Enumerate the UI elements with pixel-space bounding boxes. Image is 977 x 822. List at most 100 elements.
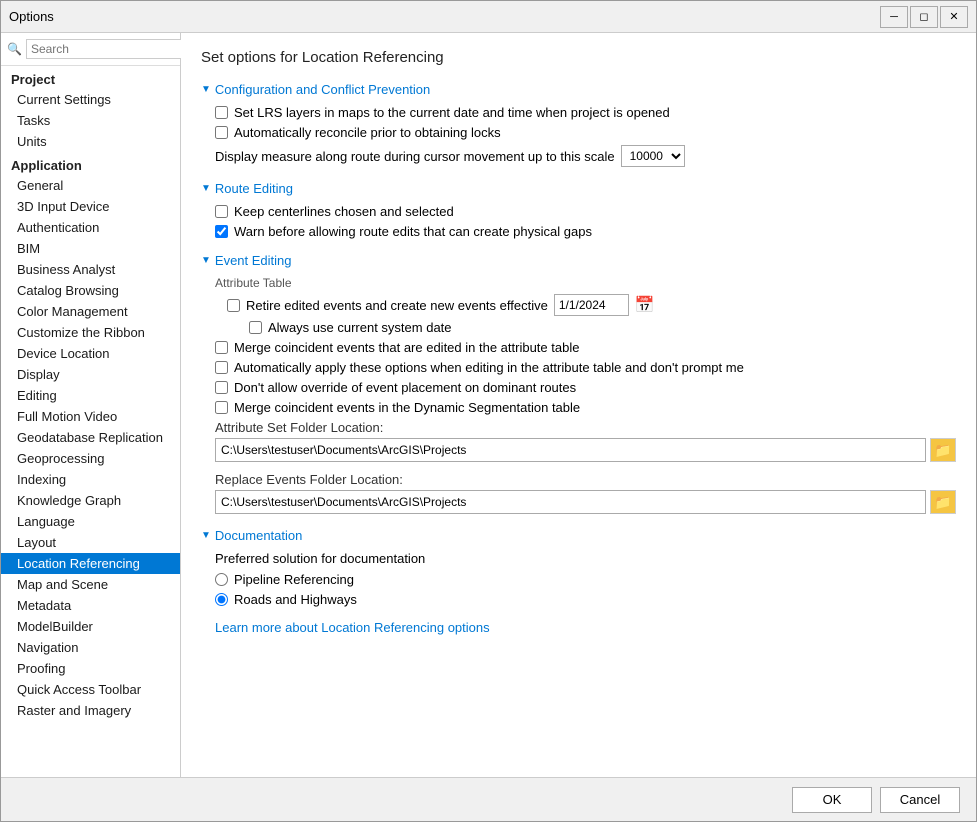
replace-folder-input[interactable] [215, 490, 926, 514]
cb1-checkbox[interactable] [215, 106, 228, 119]
cb5-row: Merge coincident events that are edited … [215, 340, 956, 355]
cb6-row: Automatically apply these options when e… [215, 360, 956, 375]
retire-checkbox[interactable] [227, 299, 240, 312]
title-bar: Options ─ ◻ ✕ [1, 1, 976, 33]
project-section-label: Project [1, 66, 180, 89]
calendar-icon[interactable]: 📅 [635, 295, 655, 315]
cb2-checkbox[interactable] [215, 126, 228, 139]
nav-item-quick-access-toolbar[interactable]: Quick Access Toolbar [1, 679, 180, 700]
nav-item-raster-and-imagery[interactable]: Raster and Imagery [1, 700, 180, 721]
attr-table-options: Retire edited events and create new even… [215, 294, 956, 335]
search-bar: 🔍 ▼ [1, 33, 180, 66]
cb7-checkbox[interactable] [215, 381, 228, 394]
attr-folder-input[interactable] [215, 438, 926, 462]
nav-item-map-and-scene[interactable]: Map and Scene [1, 574, 180, 595]
nav-item-proofing[interactable]: Proofing [1, 658, 180, 679]
date-input[interactable] [554, 294, 629, 316]
nav-list: Project Current Settings Tasks Units App… [1, 66, 180, 777]
nav-item-indexing[interactable]: Indexing [1, 469, 180, 490]
replace-folder-browse-button[interactable]: 📁 [930, 490, 956, 514]
attr-folder-browse-button[interactable]: 📁 [930, 438, 956, 462]
cb4-label: Warn before allowing route edits that ca… [234, 224, 592, 239]
nav-item-general[interactable]: General [1, 175, 180, 196]
nav-item-catalog-browsing[interactable]: Catalog Browsing [1, 280, 180, 301]
minimize-button[interactable]: ─ [880, 6, 908, 28]
cb8-row: Merge coincident events in the Dynamic S… [215, 400, 956, 415]
nav-item-3d-input-device[interactable]: 3D Input Device [1, 196, 180, 217]
nav-item-customize-the-ribbon[interactable]: Customize the Ribbon [1, 322, 180, 343]
retire-events-row: Retire edited events and create new even… [227, 294, 956, 316]
cb3-row: Keep centerlines chosen and selected [215, 204, 956, 219]
nav-item-knowledge-graph[interactable]: Knowledge Graph [1, 490, 180, 511]
nav-item-editing[interactable]: Editing [1, 385, 180, 406]
nav-item-authentication[interactable]: Authentication [1, 217, 180, 238]
nav-item-full-motion-video[interactable]: Full Motion Video [1, 406, 180, 427]
config-section: ▼ Configuration and Conflict Prevention … [201, 82, 956, 167]
nav-item-navigation[interactable]: Navigation [1, 637, 180, 658]
nav-item-units[interactable]: Units [1, 131, 180, 152]
route-editing-title: Route Editing [215, 181, 293, 196]
search-input[interactable] [26, 39, 191, 59]
always-current-date-label: Always use current system date [268, 320, 452, 335]
event-editing-header[interactable]: ▼ Event Editing [201, 253, 956, 268]
nav-item-language[interactable]: Language [1, 511, 180, 532]
always-current-date-checkbox[interactable] [249, 321, 262, 334]
cb8-checkbox[interactable] [215, 401, 228, 414]
always-current-date-row: Always use current system date [227, 320, 956, 335]
nav-item-tasks[interactable]: Tasks [1, 110, 180, 131]
nav-item-geodatabase-replication[interactable]: Geodatabase Replication [1, 427, 180, 448]
title-bar-buttons: ─ ◻ ✕ [880, 6, 968, 28]
cb4-checkbox[interactable] [215, 225, 228, 238]
search-icon: 🔍 [7, 42, 22, 56]
nav-item-current-settings[interactable]: Current Settings [1, 89, 180, 110]
roads-label: Roads and Highways [234, 592, 357, 607]
route-editing-collapse-icon: ▼ [201, 183, 211, 194]
maximize-button[interactable]: ◻ [910, 6, 938, 28]
replace-folder-row: Replace Events Folder Location: 📁 [215, 472, 956, 514]
nav-item-layout[interactable]: Layout [1, 532, 180, 553]
window-title: Options [9, 9, 880, 24]
nav-item-metadata[interactable]: Metadata [1, 595, 180, 616]
config-section-title: Configuration and Conflict Prevention [215, 82, 430, 97]
sidebar: 🔍 ▼ Project Current Settings Tasks Units… [1, 33, 181, 777]
cb2-row: Automatically reconcile prior to obtaini… [215, 125, 956, 140]
documentation-header[interactable]: ▼ Documentation [201, 528, 956, 543]
documentation-section: ▼ Documentation Preferred solution for d… [201, 528, 956, 635]
cb7-label: Don't allow override of event placement … [234, 380, 576, 395]
cb7-row: Don't allow override of event placement … [215, 380, 956, 395]
event-editing-content: Attribute Table Retire edited events and… [201, 276, 956, 514]
replace-folder-input-wrap: 📁 [215, 490, 956, 514]
config-section-header[interactable]: ▼ Configuration and Conflict Prevention [201, 82, 956, 97]
cb3-checkbox[interactable] [215, 205, 228, 218]
route-editing-header[interactable]: ▼ Route Editing [201, 181, 956, 196]
scale-select[interactable]: 10000 5000 25000 50000 [621, 145, 685, 167]
event-editing-section: ▼ Event Editing Attribute Table Retire e… [201, 253, 956, 514]
ok-button[interactable]: OK [792, 787, 872, 813]
pipeline-radio[interactable] [215, 573, 228, 586]
cb6-checkbox[interactable] [215, 361, 228, 374]
event-editing-title: Event Editing [215, 253, 292, 268]
nav-item-geoprocessing[interactable]: Geoprocessing [1, 448, 180, 469]
learn-more-link[interactable]: Learn more about Location Referencing op… [215, 620, 490, 635]
cb1-label: Set LRS layers in maps to the current da… [234, 105, 670, 120]
roads-radio[interactable] [215, 593, 228, 606]
nav-item-bim[interactable]: BIM [1, 238, 180, 259]
application-section-label: Application [1, 152, 180, 175]
cb5-checkbox[interactable] [215, 341, 228, 354]
documentation-title: Documentation [215, 528, 302, 543]
pipeline-label: Pipeline Referencing [234, 572, 354, 587]
documentation-collapse-icon: ▼ [201, 530, 211, 541]
close-button[interactable]: ✕ [940, 6, 968, 28]
roads-highways-row: Roads and Highways [215, 592, 956, 607]
scale-row: Display measure along route during curso… [215, 145, 956, 167]
cancel-button[interactable]: Cancel [880, 787, 960, 813]
route-editing-section: ▼ Route Editing Keep centerlines chosen … [201, 181, 956, 239]
nav-item-color-management[interactable]: Color Management [1, 301, 180, 322]
nav-item-display[interactable]: Display [1, 364, 180, 385]
options-dialog: Options ─ ◻ ✕ 🔍 ▼ Project Current Settin… [0, 0, 977, 822]
route-editing-content: Keep centerlines chosen and selected War… [201, 204, 956, 239]
nav-item-location-referencing[interactable]: Location Referencing [1, 553, 180, 574]
nav-item-device-location[interactable]: Device Location [1, 343, 180, 364]
nav-item-modelbuilder[interactable]: ModelBuilder [1, 616, 180, 637]
nav-item-business-analyst[interactable]: Business Analyst [1, 259, 180, 280]
